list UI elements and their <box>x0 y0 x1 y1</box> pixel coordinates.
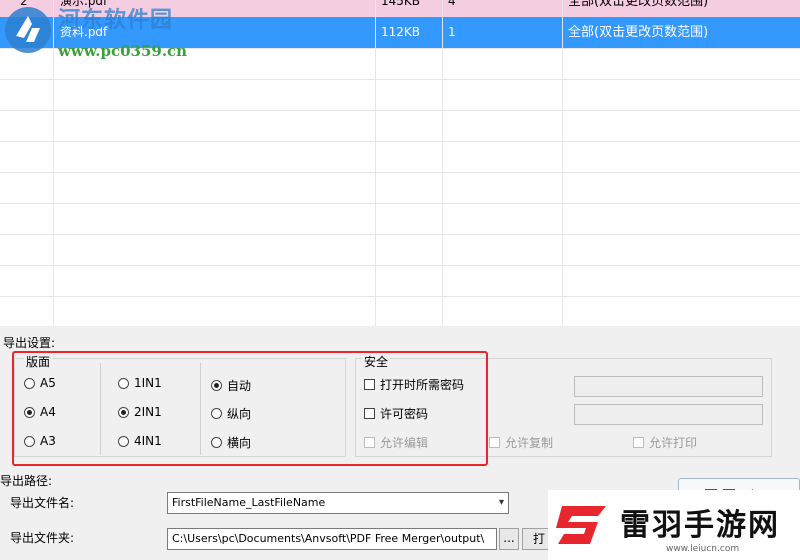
chevron-down-icon: ▾ <box>498 497 504 508</box>
watermark-logo-icon <box>5 7 51 53</box>
output-folder-input[interactable]: C:\Users\pc\Documents\Anvsoft\PDF Free M… <box>167 528 497 550</box>
table-row[interactable] <box>0 141 800 173</box>
table-row[interactable] <box>0 203 800 235</box>
page-count: 4 <box>448 0 456 8</box>
table-row[interactable] <box>0 79 800 111</box>
file-list-table[interactable]: 2 演示.pdf 145KB 4 全部(双击更改页数范围) 资料.pdf 112… <box>0 0 800 326</box>
file-size: 112KB <box>381 25 421 39</box>
output-folder-value: C:\Users\pc\Documents\Anvsoft\PDF Free M… <box>172 532 485 545</box>
corner-logo-brand: 雷羽手游网 <box>620 508 780 543</box>
checkbox-label: 允许打印 <box>649 436 698 450</box>
browse-button[interactable]: ... <box>499 528 519 550</box>
table-row[interactable] <box>0 234 800 266</box>
corner-logo-icon <box>556 506 606 544</box>
output-folder-label: 导出文件夹: <box>10 531 75 545</box>
export-settings-label: 导出设置: <box>3 336 56 350</box>
open-password-field[interactable] <box>574 376 763 397</box>
corner-logo: 雷羽手游网 www.leiucn.com <box>548 490 800 560</box>
checkbox-label: 允许复制 <box>505 436 554 450</box>
table-row[interactable] <box>0 110 800 142</box>
checkbox-indicator <box>633 437 644 448</box>
watermark: 河东软件园 www.pc0359.cn <box>0 0 210 66</box>
watermark-brand: 河东软件园 <box>58 7 174 33</box>
export-path-label: 导出路径: <box>0 474 53 488</box>
page-range: 全部(双击更改页数范围) <box>568 25 709 40</box>
table-row[interactable] <box>0 172 800 204</box>
page-range: 全部(双击更改页数范围) <box>568 0 709 9</box>
permission-password-field[interactable] <box>574 404 763 425</box>
watermark-url: www.pc0359.cn <box>58 42 188 60</box>
checkbox-allow-print[interactable]: 允许打印 <box>633 434 697 451</box>
column-divider <box>442 0 443 326</box>
annotation-highlight-box <box>12 351 488 466</box>
column-divider <box>375 0 376 326</box>
checkbox-indicator <box>489 437 500 448</box>
table-row[interactable] <box>0 296 800 326</box>
file-name-select[interactable]: FirstFileName_LastFileName ▾ <box>167 492 509 514</box>
page-count: 1 <box>448 25 456 39</box>
table-row[interactable] <box>0 265 800 297</box>
checkbox-allow-copy[interactable]: 允许复制 <box>489 434 553 451</box>
file-name-label: 导出文件名: <box>10 496 75 510</box>
column-divider <box>562 0 563 326</box>
file-size: 145KB <box>381 0 421 8</box>
corner-logo-url: www.leiucn.com <box>666 544 740 554</box>
file-name-value: FirstFileName_LastFileName <box>172 496 326 509</box>
